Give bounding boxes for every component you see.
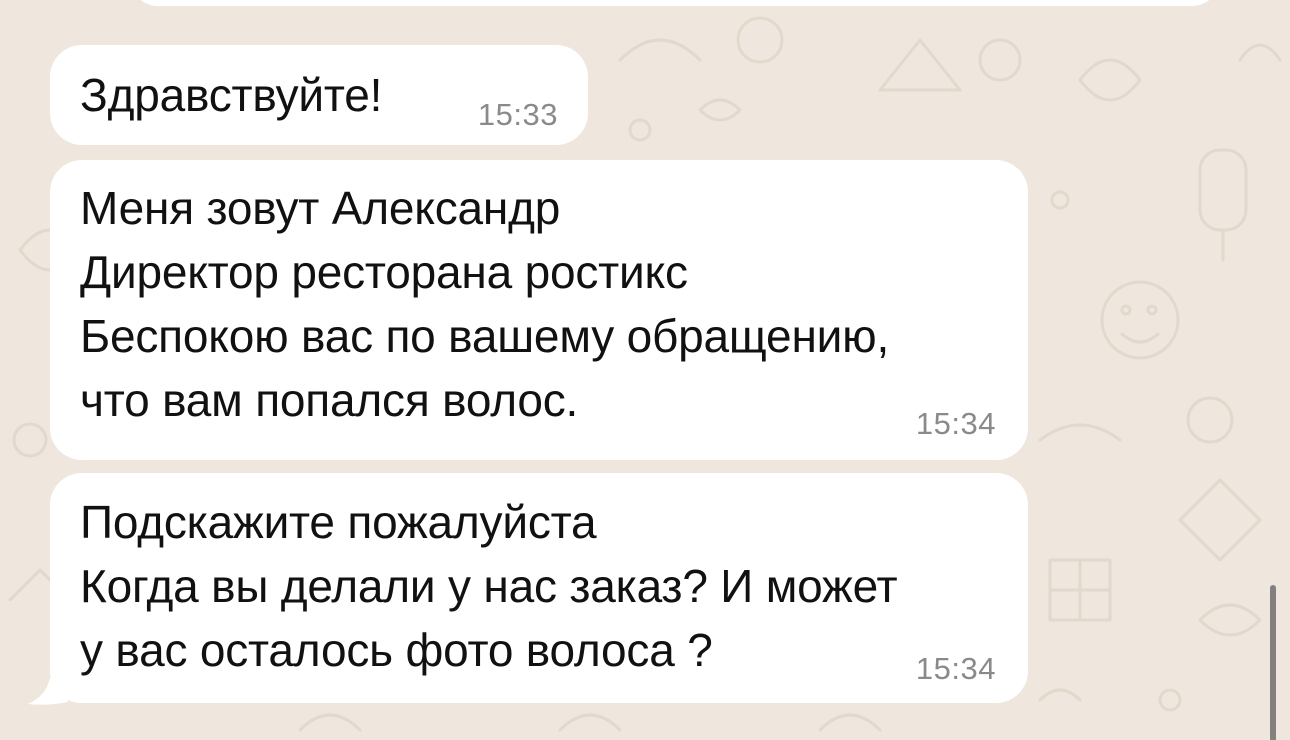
incoming-message-bubble[interactable]: Здравствуйте! 15:33: [50, 45, 588, 145]
message-text: Подскажите пожалуйста Когда вы делали у …: [80, 496, 898, 676]
message-timestamp: 15:34: [915, 651, 996, 686]
message-text: Здравствуйте!: [80, 69, 383, 121]
bubble-tail-icon: [28, 678, 68, 705]
incoming-message-bubble[interactable]: Подскажите пожалуйста Когда вы делали у …: [50, 473, 1028, 703]
scrollbar-thumb[interactable]: [1270, 585, 1276, 740]
incoming-message-bubble[interactable]: Меня зовут Александр Директор ресторана …: [50, 160, 1028, 460]
message-timestamp: 15:34: [915, 406, 996, 441]
chat-messages-area[interactable]: Здравствуйте! 15:33 Меня зовут Александр…: [0, 0, 1290, 740]
previous-message-bubble: [130, 0, 1220, 6]
message-text: Меня зовут Александр Директор ресторана …: [80, 182, 890, 426]
message-timestamp: 15:33: [477, 97, 558, 132]
